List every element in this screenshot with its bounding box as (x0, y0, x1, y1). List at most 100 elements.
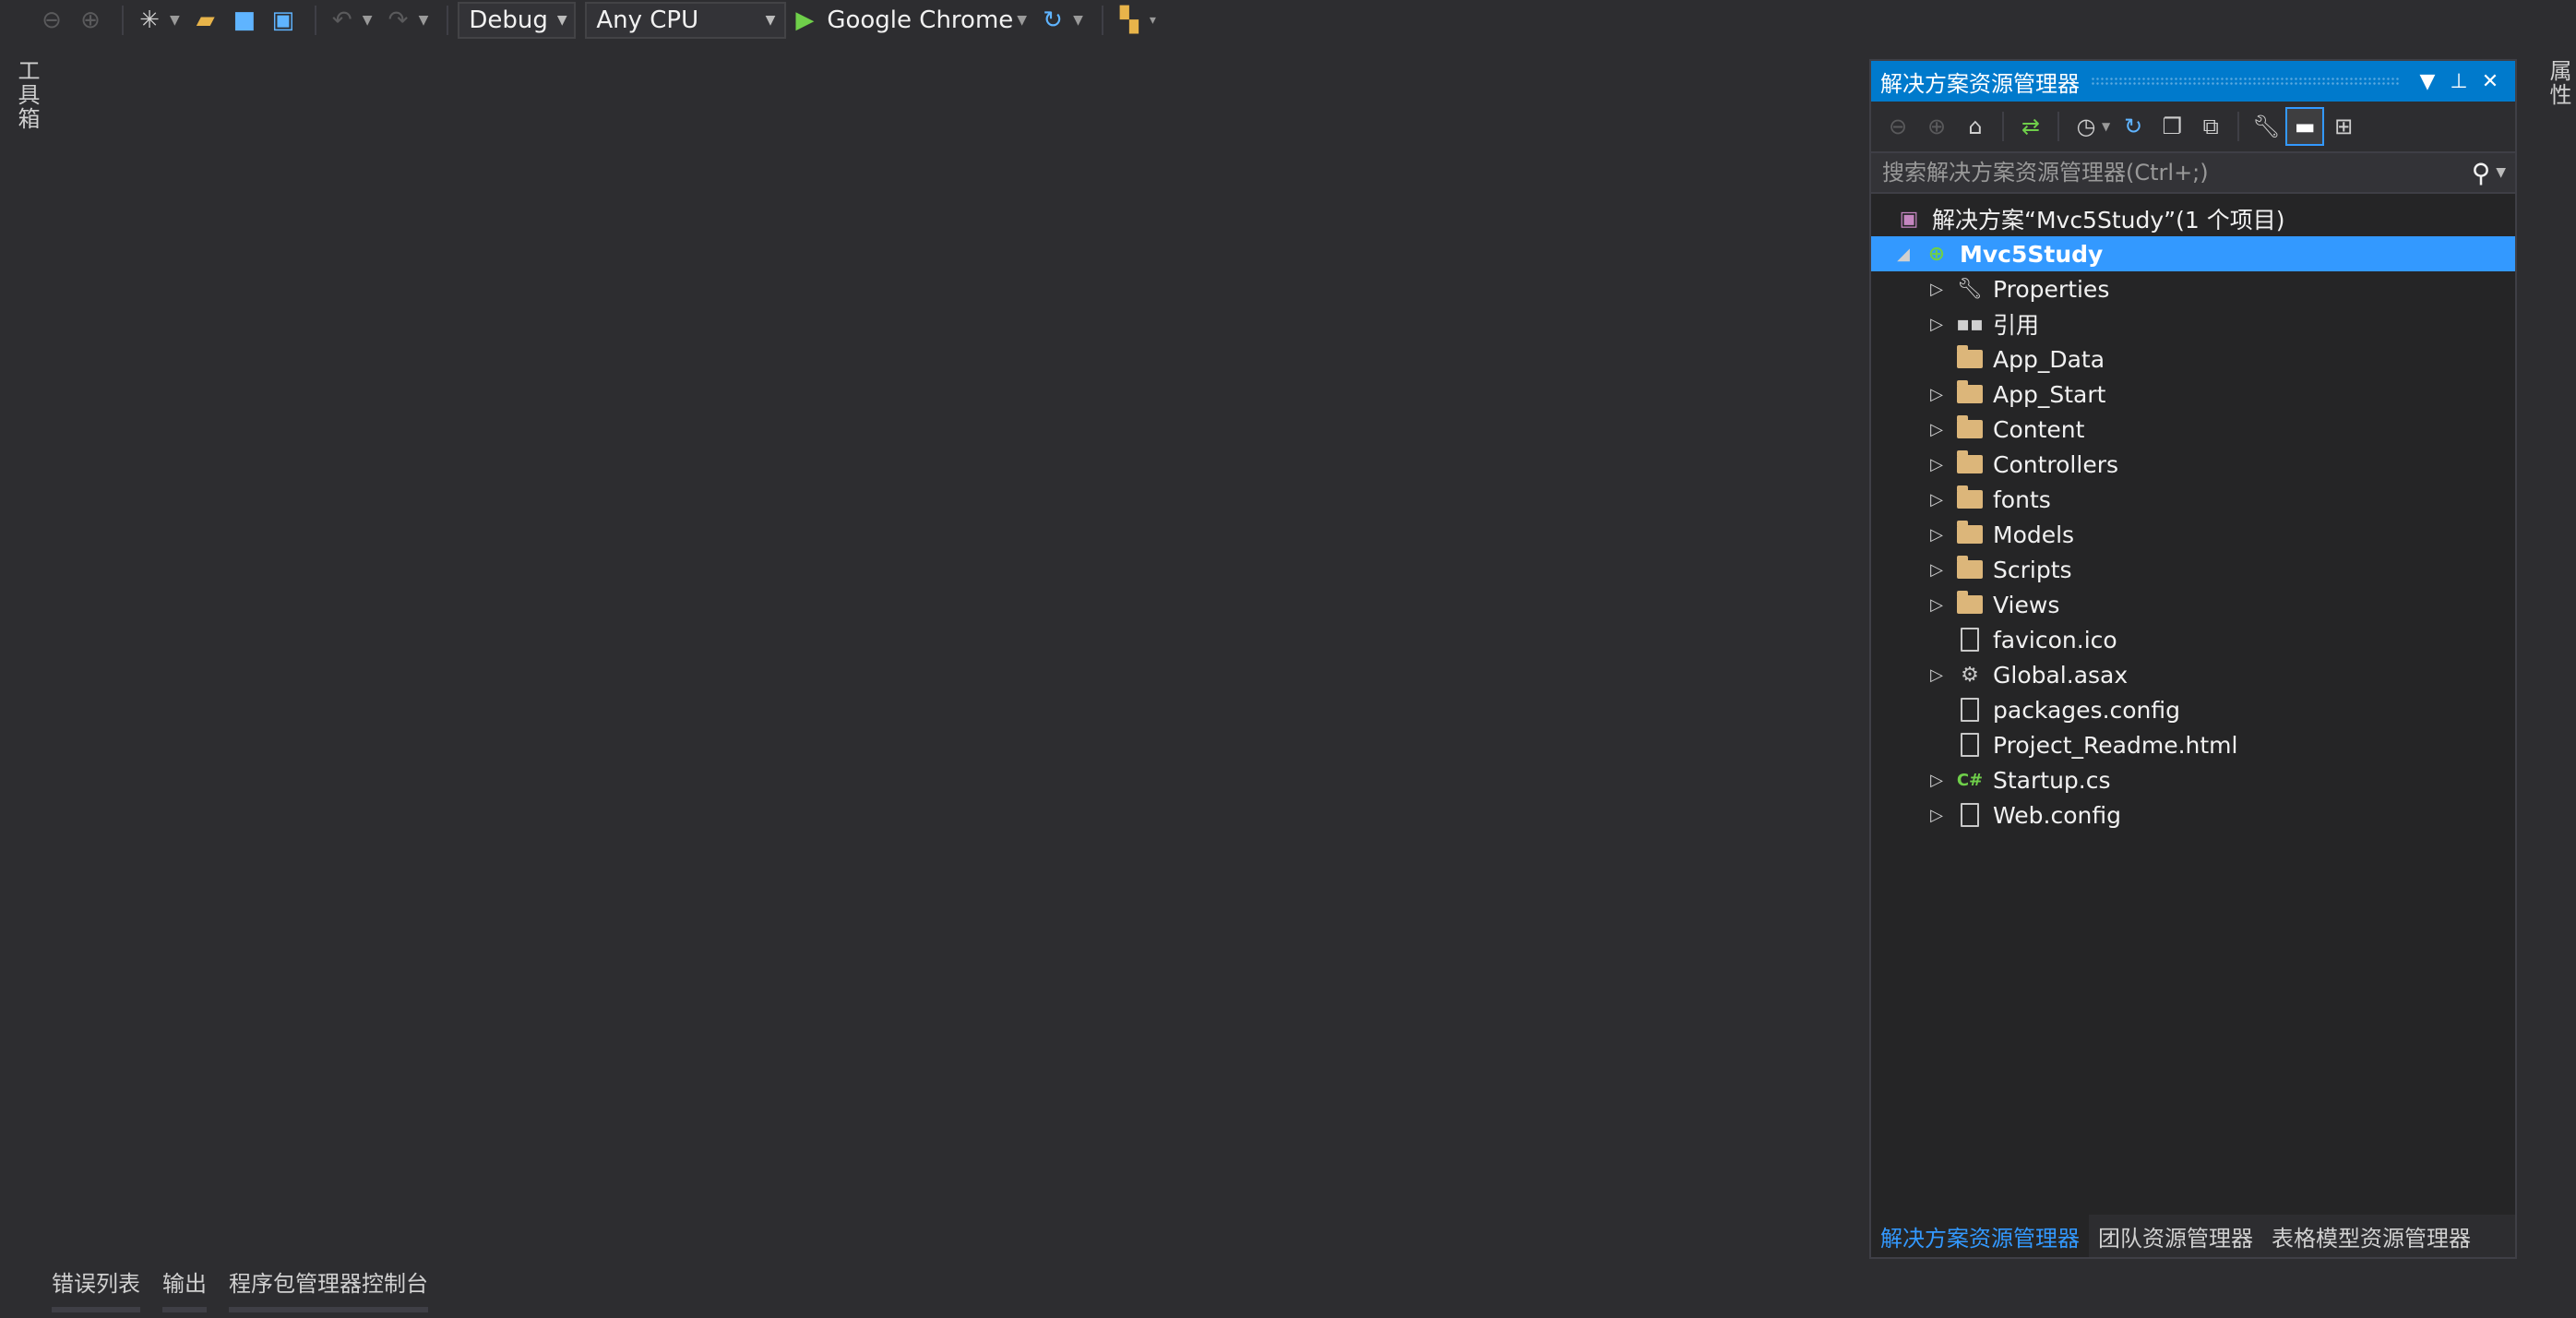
expand-arrow-icon[interactable]: ▷ (1926, 771, 1947, 790)
properties-wrench-icon[interactable]: 🔧︎ (2247, 107, 2285, 146)
titlebar-grip[interactable] (2091, 77, 2401, 86)
expand-arrow-icon[interactable]: ▷ (1926, 525, 1947, 545)
solution-explorer-toolbar: ⊖ ⊕ ⌂ ⇄ ◷ ▼ ↻ ❐ ⧉ 🔧︎ ▬ ⊞ (1871, 102, 2515, 153)
close-icon[interactable]: ✕ (2475, 70, 2506, 93)
tree-item-solution[interactable]: ▣ 解决方案“Mvc5Study”(1 个项目) (1871, 201, 2515, 236)
tree-item-references[interactable]: ▷ ▪▪ 引用 (1871, 306, 2515, 341)
expand-arrow-icon[interactable]: ▷ (1926, 560, 1947, 580)
tab-solution-explorer[interactable]: 解决方案资源管理器 (1871, 1215, 2089, 1257)
window-position-dropdown-icon[interactable]: ▼ (2412, 70, 2443, 93)
tree-item-folder[interactable]: ▷ Models (1871, 517, 2515, 552)
tree-item-label: fonts (1993, 485, 2051, 513)
tree-item-label: Web.config (1993, 801, 2121, 829)
home-icon[interactable]: ⌂ (1956, 107, 1995, 146)
new-project-icon[interactable]: ✳ (133, 4, 166, 37)
show-all-files-icon[interactable]: ⧉ (2191, 107, 2230, 146)
expand-arrow-icon[interactable]: ▷ (1926, 385, 1947, 404)
expand-arrow-icon[interactable]: ▷ (1926, 420, 1947, 439)
properties-tab[interactable]: 属性 (2543, 59, 2575, 107)
tree-item-folder[interactable]: App_Data (1871, 341, 2515, 377)
save-all-icon[interactable]: ▣ (267, 4, 300, 37)
tree-item-file[interactable]: favicon.ico (1871, 622, 2515, 657)
configuration-select[interactable]: Debug ▼ (458, 2, 577, 39)
expand-arrow-icon[interactable]: ▷ (1926, 280, 1947, 299)
tab-team-explorer[interactable]: 团队资源管理器 (2089, 1215, 2262, 1257)
search-input[interactable] (1880, 154, 2472, 191)
platform-value: Any CPU (596, 6, 699, 34)
tree-item-file[interactable]: packages.config (1871, 692, 2515, 727)
new-project-dropdown-icon[interactable]: ▼ (170, 13, 180, 28)
tree-item-properties[interactable]: ▷ 🔧︎ Properties (1871, 271, 2515, 306)
preview-selected-items-icon[interactable]: ▬ (2285, 107, 2325, 146)
tab-output[interactable]: 输出 (162, 1265, 207, 1312)
back-icon[interactable]: ⊖ (1878, 107, 1917, 146)
forward-icon[interactable]: ⊕ (74, 4, 107, 37)
search-icon[interactable]: ⚲ (2472, 158, 2491, 188)
collapse-arrow-icon[interactable]: ◢ (1893, 245, 1914, 264)
open-file-icon[interactable]: ▰ (189, 4, 222, 37)
refresh-icon[interactable]: ↻ (2114, 107, 2153, 146)
expand-arrow-icon[interactable]: ▷ (1926, 315, 1947, 334)
tree-item-file[interactable]: ▷ C# Startup.cs (1871, 762, 2515, 797)
chevron-down-icon: ▼ (765, 13, 776, 28)
back-icon[interactable]: ⊖ (35, 4, 68, 37)
folder-icon (1954, 345, 1986, 373)
toolbox-tab[interactable]: 工具箱 (11, 59, 43, 131)
pin-icon[interactable]: ⊥ (2443, 70, 2475, 93)
tree-item-folder[interactable]: ▷ App_Start (1871, 377, 2515, 412)
search-options-dropdown-icon[interactable]: ▼ (2496, 165, 2506, 180)
tree-item-file[interactable]: Project_Readme.html (1871, 727, 2515, 762)
web-project-icon: ⊕ (1927, 242, 1946, 266)
tree-item-label: 引用 (1993, 312, 2040, 339)
toolbar-separator (1101, 6, 1103, 35)
expand-arrow-icon[interactable]: ▷ (1926, 665, 1947, 685)
chevron-down-icon: ▼ (556, 13, 567, 28)
tree-item-project[interactable]: ◢ ⊕ Mvc5Study (1871, 236, 2515, 271)
undo-icon[interactable]: ↶ (326, 4, 359, 37)
tab-package-manager-console[interactable]: 程序包管理器控制台 (229, 1265, 428, 1312)
pending-changes-filter-icon[interactable]: ◷ (2067, 107, 2105, 146)
tree-item-folder[interactable]: ▷ Scripts (1871, 552, 2515, 587)
solution-explorer-titlebar[interactable]: 解决方案资源管理器 ▼ ⊥ ✕ (1871, 61, 2515, 102)
tree-item-file[interactable]: ▷ Web.config (1871, 797, 2515, 833)
collapse-all-icon[interactable]: ❐ (2153, 107, 2191, 146)
pending-changes-dropdown-icon[interactable]: ▼ (2102, 120, 2110, 133)
platform-select[interactable]: Any CPU ▼ (585, 2, 787, 39)
tree-item-folder[interactable]: ▷ fonts (1871, 482, 2515, 517)
sync-with-active-document-icon[interactable]: ⇄ (2011, 107, 2050, 146)
editor-area (41, 41, 1867, 1259)
run-target-label: Google Chrome (827, 6, 1014, 34)
config-file-icon (1954, 801, 1986, 829)
redo-icon[interactable]: ↷ (382, 4, 415, 37)
tree-item-label: App_Data (1993, 345, 2105, 373)
run-target-dropdown-icon[interactable]: ▼ (1017, 13, 1027, 28)
tree-item-label: Scripts (1993, 556, 2072, 583)
forward-icon[interactable]: ⊕ (1917, 107, 1956, 146)
global-asax-icon: ⚙ (1961, 663, 1979, 687)
refresh-icon[interactable]: ↻ (1036, 4, 1069, 37)
expand-arrow-icon[interactable]: ▷ (1926, 490, 1947, 509)
right-dock-strip: 属性 (2532, 41, 2576, 1318)
find-in-files-icon[interactable]: ▚ (1113, 4, 1146, 37)
toolbar-separator (2237, 112, 2240, 141)
expand-arrow-icon[interactable]: ▷ (1926, 806, 1947, 825)
file-icon (1954, 626, 1986, 653)
redo-dropdown-icon[interactable]: ▼ (419, 13, 429, 28)
save-icon[interactable]: ■ (228, 4, 261, 37)
html-file-icon (1954, 731, 1986, 759)
tree-item-folder[interactable]: ▷ Content (1871, 412, 2515, 447)
tree-item-folder[interactable]: ▷ Views (1871, 587, 2515, 622)
tree-item-file[interactable]: ▷ ⚙ Global.asax (1871, 657, 2515, 692)
folder-icon (1954, 415, 1986, 443)
left-dock-strip: 工具箱 (0, 41, 41, 1318)
toolbar-overflow-icon[interactable]: ▾ (1150, 13, 1156, 28)
run-button[interactable]: ▶ Google Chrome (795, 6, 1013, 34)
undo-dropdown-icon[interactable]: ▼ (363, 13, 373, 28)
tab-tabular-model-explorer[interactable]: 表格模型资源管理器 (2262, 1215, 2480, 1257)
tree-item-folder[interactable]: ▷ Controllers (1871, 447, 2515, 482)
expand-arrow-icon[interactable]: ▷ (1926, 595, 1947, 615)
tab-error-list[interactable]: 错误列表 (52, 1265, 140, 1312)
class-diagram-icon[interactable]: ⊞ (2324, 107, 2363, 146)
refresh-dropdown-icon[interactable]: ▼ (1073, 13, 1083, 28)
expand-arrow-icon[interactable]: ▷ (1926, 455, 1947, 474)
